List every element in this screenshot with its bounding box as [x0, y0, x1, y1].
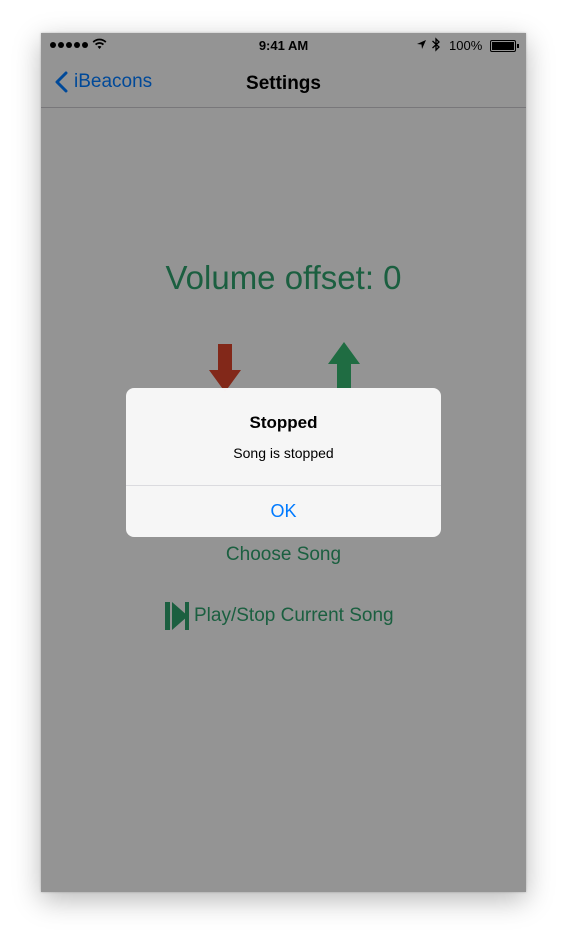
alert-dialog: Stopped Song is stopped OK	[126, 388, 441, 537]
alert-message: Song is stopped	[233, 445, 334, 461]
phone-screen: 9:41 AM 100% iBeacons Settings Volume of…	[41, 33, 526, 892]
alert-title: Stopped	[249, 413, 318, 432]
ok-button[interactable]: OK	[126, 486, 441, 537]
